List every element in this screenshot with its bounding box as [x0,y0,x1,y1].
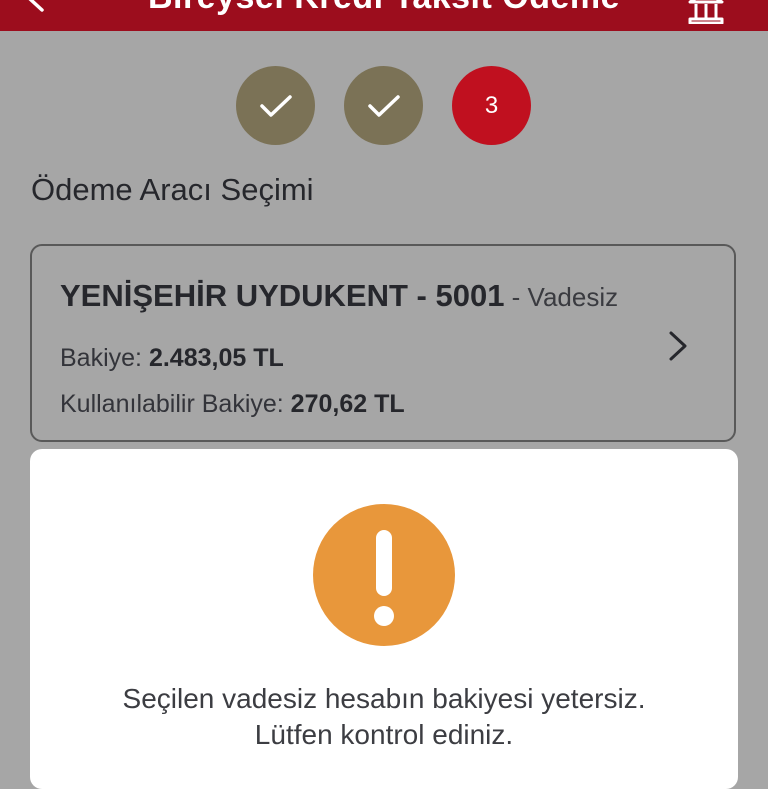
step-1-done [236,66,315,145]
check-icon [259,94,292,117]
alert-message-line1: Seçilen vadesiz hesabın bakiyesi yetersi… [122,683,646,714]
balance-row: Bakiye: 2.483,05 TL [60,344,284,373]
alert-dialog: Seçilen vadesiz hesabın bakiyesi yetersi… [30,449,738,789]
available-balance-row: Kullanılabilir Bakiye: 270,62 TL [60,390,405,419]
step-number: 3 [484,91,499,119]
check-icon [367,94,400,117]
page-title: Bireysel Kredi Taksit Ödeme [0,0,768,17]
balance-value: 2.483,05 TL [148,344,284,372]
account-type: - Vadesiz [504,282,619,312]
exclamation-icon [313,504,455,646]
balance-label: Bakiye: [60,344,149,372]
account-name: YENİŞEHİR UYDUKENT - 5001 [60,278,505,313]
bank-icon[interactable] [686,0,726,24]
app-header: Bireysel Kredi Taksit Ödeme [0,0,768,31]
account-card[interactable]: YENİŞEHİR UYDUKENT - 5001 - Vadesiz Baki… [30,244,736,442]
chevron-right-icon [669,331,687,361]
available-balance-value: 270,62 TL [290,390,405,418]
alert-message-line2: Lütfen kontrol ediniz. [254,719,514,750]
step-indicator: 3 [0,66,768,146]
step-3-active: 3 [452,66,531,145]
step-2-done [344,66,423,145]
available-balance-label: Kullanılabilir Bakiye: [60,390,291,418]
account-name-row: YENİŞEHİR UYDUKENT - 5001 - Vadesiz [60,278,618,314]
section-title: Ödeme Aracı Seçimi [31,172,314,207]
